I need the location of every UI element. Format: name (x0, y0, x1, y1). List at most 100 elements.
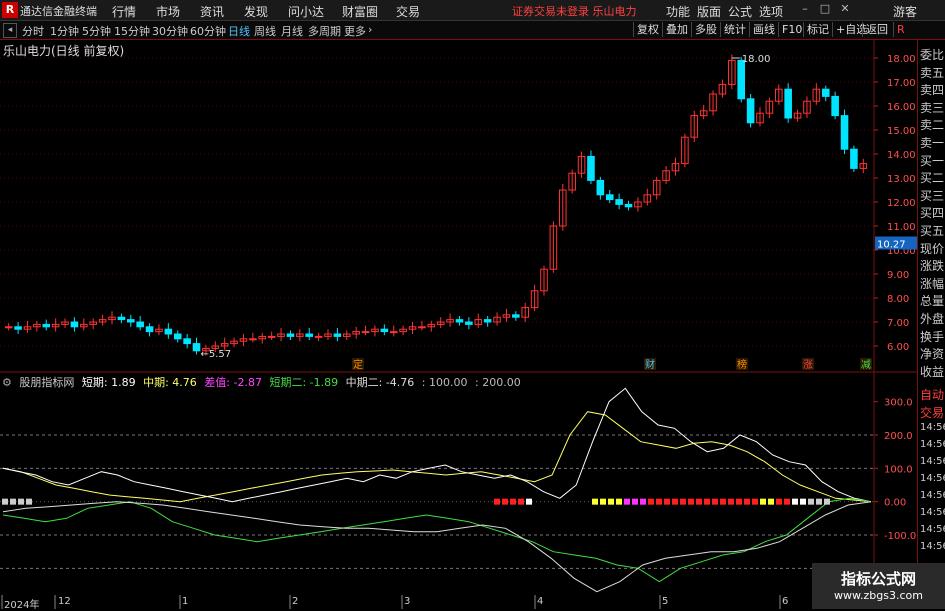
period-monthly[interactable]: 月线 (281, 23, 303, 39)
period-30min[interactable]: 30分钟 (152, 23, 188, 39)
btn-return[interactable]: 返回 (862, 22, 891, 37)
btn-stats[interactable]: 统计 (720, 22, 749, 37)
guest-label[interactable]: 游客 (893, 3, 917, 20)
side-label[interactable]: 外盘 (920, 310, 944, 327)
signal-square (664, 498, 670, 505)
menu-item-ask[interactable]: 问小达 (288, 3, 324, 20)
side-label[interactable]: 买四 (920, 204, 944, 221)
btn-overlay[interactable]: 叠加 (662, 22, 691, 37)
side-label[interactable]: 涨跌 (920, 257, 944, 274)
menu-item-discover[interactable]: 发现 (244, 3, 268, 20)
indicator-header: ⚙ 股朋指标网 短期: 1.89 中期: 4.76 差值: -2.87 短期二:… (2, 374, 525, 390)
signal-square (784, 498, 790, 505)
candle-body (465, 321, 473, 325)
period-toolbar: ◂ 分时 1分钟 5分钟 15分钟 30分钟 60分钟 日线 周线 月线 多周期… (0, 21, 945, 40)
watermark: 指标公式网 www.zbgs3.com (812, 563, 945, 609)
c2-label: : 200.00 (475, 376, 521, 389)
signal-square (648, 498, 654, 505)
short2-label: 短期二: -1.89 (269, 376, 339, 389)
period-1min[interactable]: 1分钟 (50, 23, 79, 39)
menu-layout[interactable]: 版面 (697, 3, 721, 20)
x-axis-label: 1 (182, 596, 189, 607)
price-tick-label: 13.00 (887, 174, 916, 185)
candle-body (126, 319, 135, 323)
menu-function[interactable]: 功能 (666, 3, 690, 20)
side-label[interactable]: 卖一 (920, 134, 944, 151)
period-fenshi[interactable]: 分时 (22, 23, 44, 39)
period-60min[interactable]: 60分钟 (190, 23, 226, 39)
side-label[interactable]: 卖四 (920, 81, 944, 98)
r-icon[interactable]: R (893, 22, 908, 37)
side-label[interactable]: 卖五 (920, 64, 944, 81)
side-label[interactable]: 卖三 (920, 99, 944, 116)
x-axis-label: 12 (58, 596, 71, 607)
candle-body (840, 115, 849, 150)
signal-square (624, 498, 630, 505)
maximize-icon[interactable]: □ (818, 2, 832, 16)
side-label[interactable]: 卖二 (920, 116, 944, 133)
indicator-tick-label: 100.0 (884, 464, 913, 475)
side-trade-button[interactable]: 自动 (920, 386, 944, 403)
candle-body (136, 321, 144, 328)
signal-square (792, 498, 798, 505)
signal-square (736, 498, 742, 505)
side-label[interactable]: 委比 (920, 46, 944, 63)
period-daily[interactable]: 日线 (228, 23, 250, 39)
minimize-icon[interactable]: – (798, 2, 812, 16)
chevron-right-icon[interactable]: › (368, 23, 372, 36)
side-label[interactable]: 收益 (920, 363, 944, 380)
menu-item-news[interactable]: 资讯 (200, 3, 224, 20)
side-label[interactable]: 买三 (920, 187, 944, 204)
signal-square (680, 498, 686, 505)
mid-label: 中期: 4.76 (143, 376, 197, 389)
side-trade-button[interactable]: 交易 (920, 404, 944, 421)
menu-item-trade[interactable]: 交易 (396, 3, 420, 20)
btn-draw[interactable]: 画线 (749, 22, 778, 37)
price-tick-label: 14.00 (887, 150, 916, 161)
back-nav-icon[interactable]: ◂ (3, 23, 17, 38)
side-label[interactable]: 买二 (920, 169, 944, 186)
indicator-name[interactable]: 股朋指标网 (19, 376, 74, 389)
side-label[interactable]: 净资 (920, 345, 944, 362)
indicator-tick-label: -100.0 (884, 531, 916, 542)
signal-square (510, 498, 516, 505)
signal-square (526, 498, 532, 505)
menu-item-quotes[interactable]: 行情 (112, 3, 136, 20)
menu-item-wealth[interactable]: 财富圈 (342, 3, 378, 20)
signal-square (592, 498, 598, 505)
candle-body (746, 98, 755, 124)
app-name: 通达信金融终端 (20, 5, 97, 18)
period-15min[interactable]: 15分钟 (114, 23, 150, 39)
side-label[interactable]: 总量 (920, 292, 944, 309)
side-label[interactable]: 买一 (920, 152, 944, 169)
signal-square (18, 498, 24, 505)
btn-multi-stock[interactable]: 多股 (691, 22, 720, 37)
btn-adjust[interactable]: 复权 (633, 22, 662, 37)
signal-square (768, 498, 774, 505)
settings-gear-icon[interactable]: ⚙ (2, 376, 12, 389)
side-label[interactable]: 换手 (920, 328, 944, 345)
candle-body (4, 326, 13, 329)
time-label: 14:56 (920, 439, 945, 450)
period-weekly[interactable]: 周线 (254, 23, 276, 39)
period-multi[interactable]: 多周期 (308, 23, 341, 39)
chart-area[interactable]: 18.0017.0016.0015.0014.0013.0012.0011.00… (0, 40, 945, 609)
close-icon[interactable]: ✕ (838, 2, 852, 16)
btn-f10[interactable]: F10 (778, 22, 805, 37)
x-axis-label: 5 (662, 596, 669, 607)
event-marker: 定 (353, 358, 363, 371)
time-label: 14:56 (920, 473, 945, 484)
side-label[interactable]: 涨幅 (920, 275, 944, 292)
menu-item-market[interactable]: 市场 (156, 3, 180, 20)
side-label[interactable]: 买五 (920, 222, 944, 239)
side-label[interactable]: 现价 (920, 240, 944, 257)
period-5min[interactable]: 5分钟 (82, 23, 111, 39)
menu-formula[interactable]: 公式 (728, 3, 752, 20)
candle-body (164, 328, 173, 335)
btn-mark[interactable]: 标记 (803, 22, 832, 37)
menu-options[interactable]: 选项 (759, 3, 783, 20)
candle-body (831, 95, 839, 117)
period-more[interactable]: 更多 (344, 23, 366, 39)
event-marker: 涨 (803, 359, 813, 371)
watermark-url: www.zbgs3.com (834, 589, 923, 602)
